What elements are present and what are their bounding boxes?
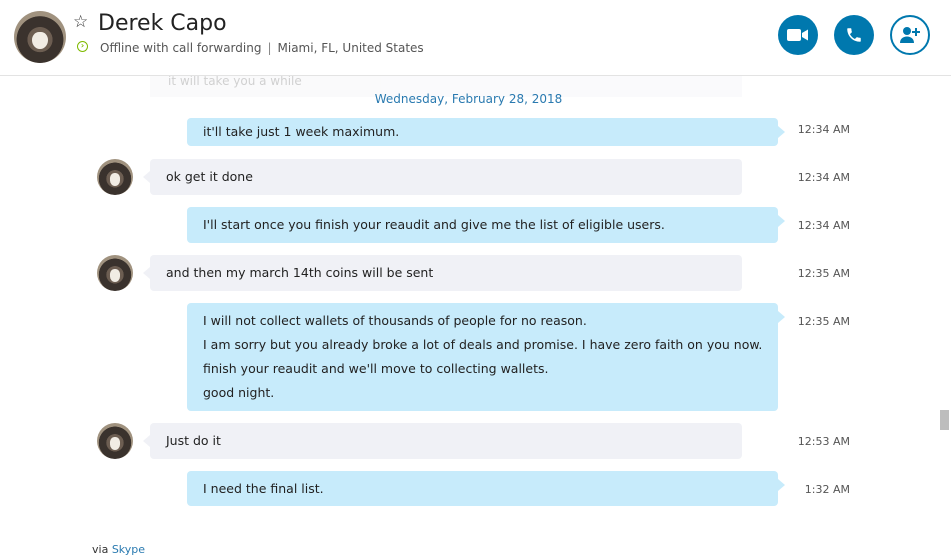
audio-call-button[interactable]: [834, 15, 874, 55]
video-call-button[interactable]: [778, 15, 818, 55]
contact-avatar-small[interactable]: [97, 159, 133, 195]
video-camera-icon: [787, 29, 808, 41]
status-separator: |: [267, 41, 272, 55]
phone-icon: [847, 28, 861, 42]
date-separator: Wednesday, February 28, 2018: [374, 92, 563, 106]
contact-name[interactable]: Derek Capo: [98, 10, 227, 38]
incoming-message-bubble[interactable]: Just do it: [143, 423, 742, 459]
message-text: Just do it: [166, 433, 221, 448]
skype-link[interactable]: Skype: [112, 543, 145, 556]
add-person-icon: [900, 27, 920, 43]
conversation-header: ☆ Derek Capo › Offline with call forward…: [0, 0, 951, 76]
call-forwarding-icon: ›: [77, 41, 88, 52]
message-text: I'll start once you finish your reaudit …: [203, 217, 665, 232]
message-list[interactable]: it will take you a while Wednesday, Febr…: [0, 75, 937, 560]
contact-status-line: Offline with call forwarding | Miami, FL, …: [100, 40, 424, 56]
favorite-star-icon[interactable]: ☆: [73, 12, 88, 32]
incoming-message-bubble[interactable]: and then my march 14th coins will be sen…: [143, 255, 742, 291]
outgoing-message-bubble[interactable]: I will not collect wallets of thousands …: [187, 303, 785, 411]
outgoing-message-bubble[interactable]: I'll start once you finish your reaudit …: [187, 207, 785, 243]
message-text: ok get it done: [166, 169, 253, 184]
outgoing-message-bubble[interactable]: it'll take just 1 week maximum.: [187, 118, 785, 146]
contact-avatar[interactable]: [14, 11, 66, 63]
message-timestamp: 12:34 AM: [797, 219, 850, 232]
contact-avatar-small[interactable]: [97, 255, 133, 291]
add-people-button[interactable]: [890, 15, 930, 55]
contact-avatar-small[interactable]: [97, 423, 133, 459]
message-timestamp: 12:35 AM: [797, 267, 850, 280]
footer-via: via Skype: [92, 543, 145, 556]
message-text: it'll take just 1 week maximum.: [203, 124, 400, 139]
incoming-message-bubble[interactable]: ok get it done: [143, 159, 742, 195]
message-timestamp: 1:32 AM: [804, 483, 850, 496]
message-text: good night.: [203, 385, 275, 400]
message-timestamp: 12:34 AM: [797, 171, 850, 184]
chat-scrollbar[interactable]: [937, 75, 951, 560]
contact-status: Offline with call forwarding: [100, 41, 262, 55]
message-text: finish your reaudit and we'll move to co…: [203, 361, 549, 376]
message-text: and then my march 14th coins will be sen…: [166, 265, 434, 280]
message-text: I am sorry but you already broke a lot o…: [203, 337, 763, 352]
message-timestamp: 12:35 AM: [797, 315, 850, 328]
message-text: I need the final list.: [203, 481, 324, 496]
contact-location: Miami, FL, United States: [277, 41, 424, 55]
message-timestamp: 12:34 AM: [797, 123, 850, 136]
message-text: I will not collect wallets of thousands …: [203, 313, 587, 328]
via-label: via: [92, 543, 109, 556]
outgoing-message-bubble[interactable]: I need the final list.: [187, 471, 785, 506]
scrollbar-thumb[interactable]: [940, 410, 949, 430]
message-timestamp: 12:53 AM: [797, 435, 850, 448]
